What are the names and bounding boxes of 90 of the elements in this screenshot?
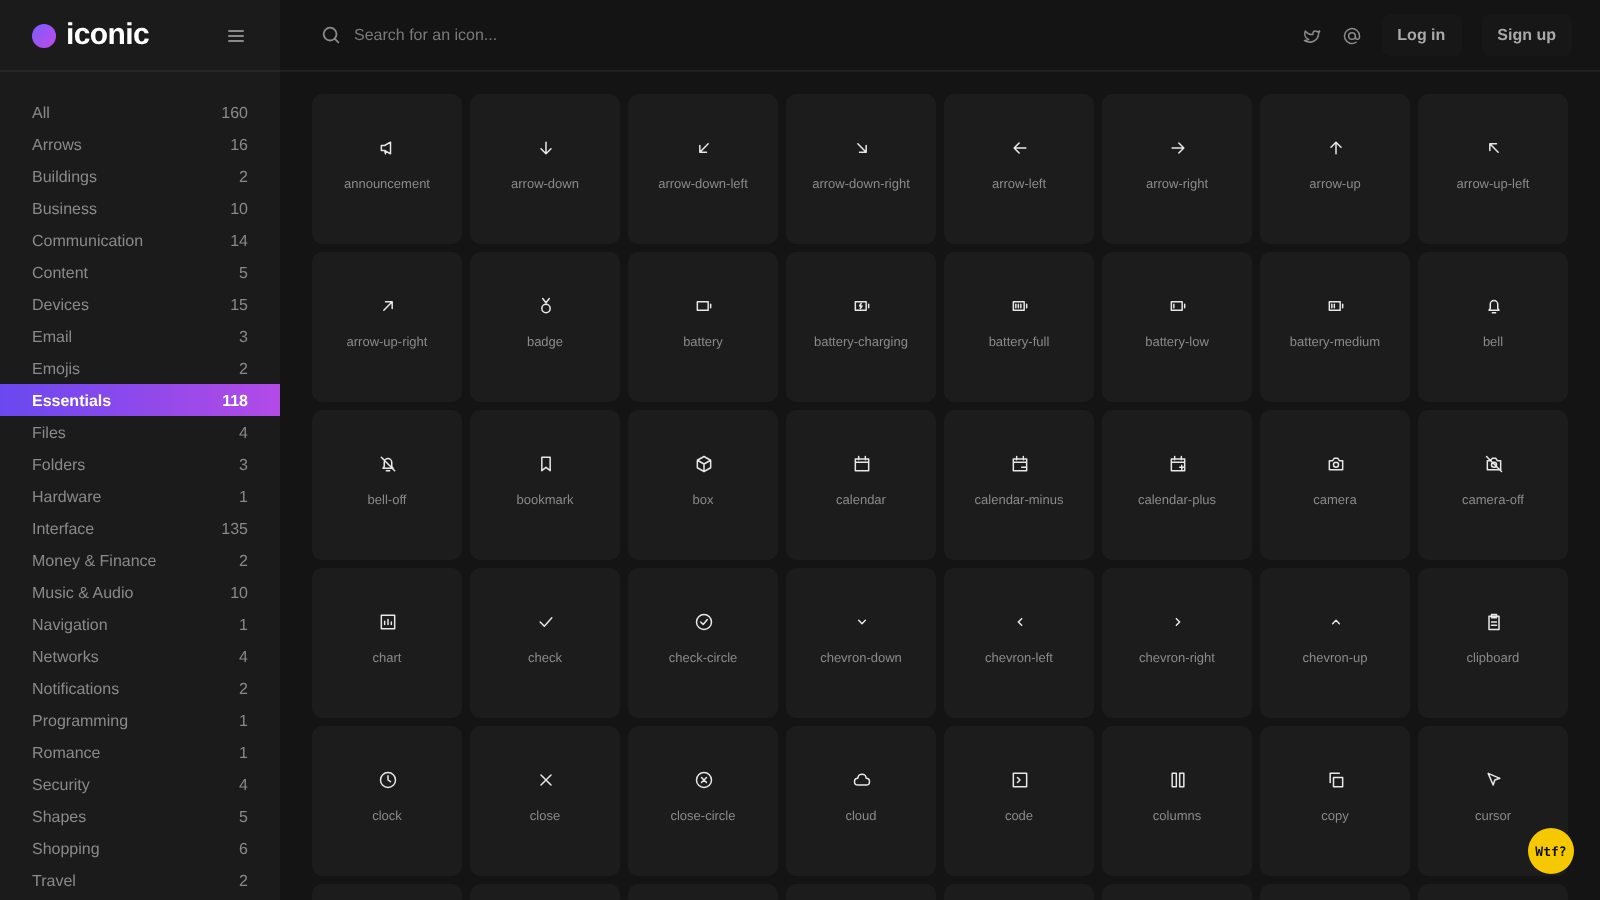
- category-count: 2: [239, 359, 248, 377]
- arrow-up-icon: [1325, 138, 1345, 158]
- battery-icon: [693, 296, 713, 316]
- medal-icon: [535, 296, 555, 316]
- at-sign-icon: [1341, 25, 1362, 45]
- category-count: 4: [239, 647, 248, 665]
- calendar-minus-icon: [1009, 454, 1029, 474]
- clock-icon: [377, 770, 397, 790]
- calendar-icon: [851, 454, 871, 474]
- category-item[interactable]: Email 3: [0, 320, 280, 352]
- clipboard-icon: [1483, 612, 1503, 632]
- category-item[interactable]: Interface 135: [0, 512, 280, 544]
- category-item[interactable]: Arrows 16: [0, 128, 280, 160]
- chart-icon: [377, 612, 397, 632]
- category-count: 10: [230, 199, 248, 217]
- category-item[interactable]: Security 4: [0, 768, 280, 800]
- cloud-icon: [851, 770, 871, 790]
- category-count: 6: [239, 839, 248, 857]
- category-item[interactable]: Travel 2: [0, 864, 280, 896]
- category-count: 14: [230, 231, 248, 249]
- category-count: 4: [239, 423, 248, 441]
- category-count: 10: [230, 583, 248, 601]
- bookmark-icon: [535, 454, 555, 474]
- category-item[interactable]: Emojis 2: [0, 352, 280, 384]
- category-item[interactable]: Folders 3: [0, 448, 280, 480]
- category-item[interactable]: Money & Finance 2: [0, 544, 280, 576]
- category-count: 2: [239, 551, 248, 569]
- battery-full-icon: [1009, 296, 1029, 316]
- category-item[interactable]: Shapes 5: [0, 800, 280, 832]
- logo-icon: [32, 23, 56, 47]
- megaphone-icon: [377, 138, 397, 158]
- category-count: 1: [239, 615, 248, 633]
- search-field[interactable]: Search for an icon...: [354, 26, 1290, 44]
- category-item[interactable]: Music & Audio 10: [0, 576, 280, 608]
- camera-off-icon: [1483, 454, 1503, 474]
- code-icon: [1009, 770, 1029, 790]
- category-item[interactable]: All 160: [0, 96, 280, 128]
- arrow-down-icon: [535, 138, 555, 158]
- battery-low-icon: [1167, 296, 1187, 316]
- category-count: 1: [239, 487, 248, 505]
- category-count: 1: [239, 711, 248, 729]
- category-count: 3: [239, 455, 248, 473]
- category-count: 2: [239, 871, 248, 889]
- copy-icon: [1325, 770, 1345, 790]
- category-item[interactable]: Buildings 2: [0, 160, 280, 192]
- category-item[interactable]: Programming 1: [0, 704, 280, 736]
- arrow-down-right-icon: [851, 138, 871, 158]
- bell-icon: [1483, 296, 1503, 316]
- battery-medium-icon: [1325, 296, 1345, 316]
- category-item[interactable]: Essentials 118: [0, 384, 280, 416]
- category-count: 135: [221, 519, 248, 537]
- category-item[interactable]: Files 4: [0, 416, 280, 448]
- category-count: 5: [239, 807, 248, 825]
- arrow-up-left-icon: [1483, 138, 1503, 158]
- category-item[interactable]: Networks 4: [0, 640, 280, 672]
- category-count: 2: [239, 167, 248, 185]
- check-icon: [535, 612, 555, 632]
- category-count: 160: [221, 103, 248, 121]
- camera-icon: [1325, 454, 1345, 474]
- arrow-down-left-icon: [693, 138, 713, 158]
- calendar-plus-icon: [1167, 454, 1187, 474]
- logo-text: iconic: [66, 18, 150, 52]
- bird-icon: [1301, 25, 1322, 45]
- cube-icon: [693, 454, 713, 474]
- category-item[interactable]: Romance 1: [0, 736, 280, 768]
- close-icon: [535, 770, 555, 790]
- category-item[interactable]: Hardware 1: [0, 480, 280, 512]
- category-count: 4: [239, 775, 248, 793]
- category-count: 118: [222, 391, 248, 409]
- arrow-right-icon: [1167, 138, 1187, 158]
- category-count: 1: [239, 743, 248, 761]
- arrow-left-icon: [1009, 138, 1029, 158]
- category-item[interactable]: Notifications 2: [0, 672, 280, 704]
- bell-off-icon: [377, 454, 397, 474]
- category-count: 5: [239, 263, 248, 281]
- category-item[interactable]: Navigation 1: [0, 608, 280, 640]
- cursor-icon: [1483, 770, 1503, 790]
- category-count: 15: [230, 295, 248, 313]
- battery-charging-icon: [851, 296, 871, 316]
- category-item[interactable]: Content 5: [0, 256, 280, 288]
- category-count: 3: [239, 327, 248, 345]
- category-item[interactable]: Communication 14: [0, 224, 280, 256]
- arrow-up-right-icon: [377, 296, 397, 316]
- search-icon: [320, 24, 342, 46]
- columns-icon: [1167, 770, 1187, 790]
- category-item[interactable]: Devices 15: [0, 288, 280, 320]
- category-count: 2: [239, 679, 248, 697]
- category-count: 16: [230, 135, 248, 153]
- category-item[interactable]: Shopping 6: [0, 832, 280, 864]
- category-item[interactable]: Business 10: [0, 192, 280, 224]
